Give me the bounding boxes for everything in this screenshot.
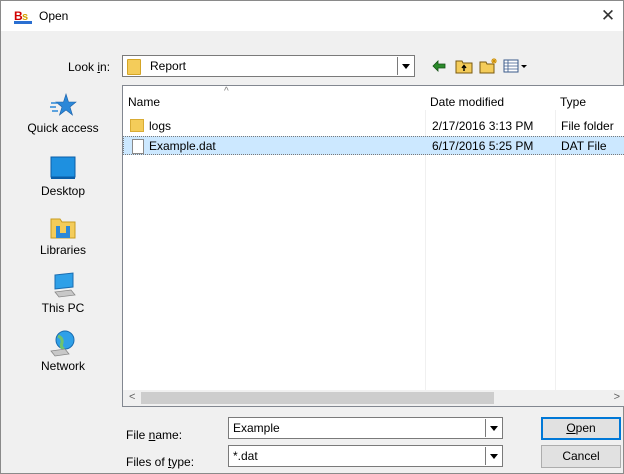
file-name-label: File name: <box>126 428 183 442</box>
list-item[interactable]: Example.dat 6/17/2016 5:25 PM DAT File <box>123 136 624 155</box>
place-desktop[interactable]: Desktop <box>11 154 115 210</box>
place-label: Desktop <box>40 184 86 198</box>
close-button[interactable]: ✕ <box>595 3 621 29</box>
new-folder-icon[interactable] <box>479 57 499 75</box>
look-in-label: Look in: <box>68 60 111 74</box>
file-name-field[interactable]: Example <box>228 417 503 439</box>
dropdown-arrow-icon[interactable] <box>485 419 501 437</box>
file-name: Example.dat <box>149 139 216 153</box>
open-button[interactable]: Open <box>541 417 621 440</box>
file-type: DAT File <box>561 139 607 153</box>
file-type: File folder <box>561 119 614 133</box>
file-icon <box>132 139 144 154</box>
app-icon: B s <box>14 8 32 24</box>
list-item[interactable]: logs 2/17/2016 3:13 PM File folder <box>123 116 624 135</box>
place-libraries[interactable]: Libraries <box>11 213 115 269</box>
scroll-left-icon[interactable]: < <box>129 391 135 403</box>
scroll-thumb[interactable] <box>141 392 494 404</box>
place-label: Quick access <box>27 121 99 135</box>
sort-ascending-icon: ^ <box>224 86 229 97</box>
up-folder-icon[interactable] <box>455 57 473 75</box>
view-menu-icon[interactable] <box>503 57 529 75</box>
file-date: 2/17/2016 3:13 PM <box>432 119 534 133</box>
look-in-combo[interactable]: Report <box>122 55 415 77</box>
scroll-right-icon[interactable]: > <box>614 391 620 403</box>
dropdown-arrow-icon[interactable] <box>397 57 413 75</box>
file-type-value: *.dat <box>233 449 258 463</box>
title-bar: B s Open ✕ <box>1 1 623 31</box>
column-header-date[interactable]: Date modified <box>425 86 555 110</box>
horizontal-scrollbar[interactable]: < > <box>123 390 624 406</box>
file-type-select[interactable]: *.dat <box>228 445 503 467</box>
folder-icon <box>130 119 144 132</box>
look-in-value: Report <box>150 59 187 73</box>
file-type-label: Files of type: <box>126 455 195 469</box>
place-network[interactable]: Network <box>11 329 115 385</box>
folder-icon <box>127 59 141 75</box>
place-label: Libraries <box>39 243 87 257</box>
open-dialog: B s Open ✕ Look in: Report Quick access … <box>0 0 624 474</box>
column-header-type[interactable]: Type <box>555 86 624 110</box>
dropdown-arrow-icon[interactable] <box>485 447 501 465</box>
window-title: Open <box>39 9 69 23</box>
star-icon <box>50 92 77 116</box>
cancel-button[interactable]: Cancel <box>541 445 621 468</box>
computer-icon <box>54 272 76 298</box>
place-label: This PC <box>41 301 85 315</box>
desktop-icon <box>50 156 76 179</box>
file-name-value[interactable]: Example <box>233 421 280 435</box>
place-this-pc[interactable]: This PC <box>11 271 115 327</box>
place-label: Network <box>40 359 85 373</box>
file-date: 6/17/2016 5:25 PM <box>432 139 534 153</box>
libraries-icon <box>50 218 76 239</box>
places-bar: Quick access Desktop Libraries This PC N… <box>11 85 115 385</box>
back-arrow-icon[interactable] <box>431 57 447 75</box>
place-quick-access[interactable]: Quick access <box>11 91 115 147</box>
file-name: logs <box>149 119 172 133</box>
column-header-name[interactable]: ^ Name <box>123 86 425 110</box>
file-list[interactable]: ^ Name Date modified Type logs 2/17/2016… <box>122 85 624 407</box>
network-icon <box>50 330 75 357</box>
